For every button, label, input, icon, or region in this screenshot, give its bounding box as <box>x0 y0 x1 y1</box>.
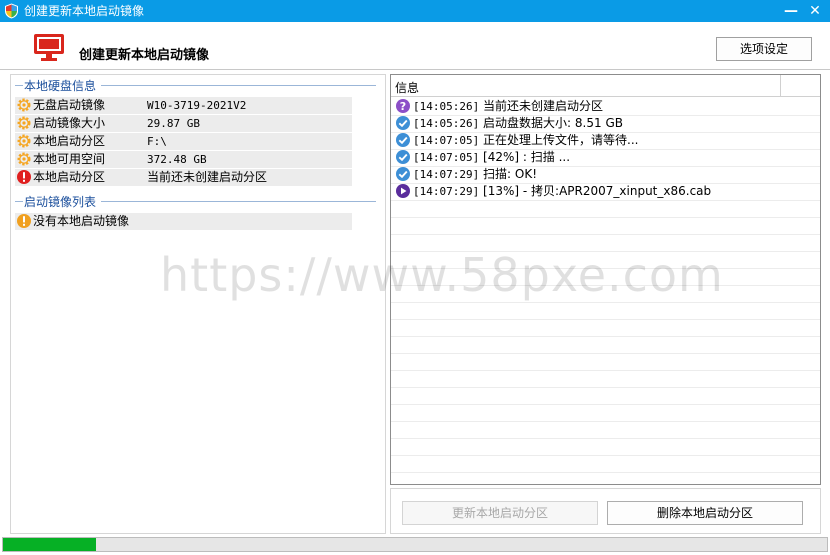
disk-info-label: 本地可用空间 <box>33 152 106 166</box>
error-icon <box>17 170 31 184</box>
disk-info-label: 本地启动分区 <box>33 134 106 148</box>
check-icon <box>396 167 410 181</box>
options-button[interactable]: 选项设定 <box>716 37 812 61</box>
log-row[interactable]: ? [14:05:26] 当前还未创建启动分区 <box>395 98 815 115</box>
group-line <box>15 201 23 202</box>
disk-info-value: W10-3719-2021V2 <box>147 99 247 112</box>
disk-info-group-title: 本地硬盘信息 <box>23 77 98 94</box>
delete-partition-button[interactable]: 删除本地启动分区 <box>607 501 803 525</box>
check-icon <box>396 133 410 147</box>
disk-info-row: 本地可用空间 372.48 GB <box>15 151 352 168</box>
svg-text:?: ? <box>400 100 406 113</box>
log-message: [14:05:26] 启动盘数据大小: 8.51 GB <box>413 116 623 130</box>
window-title: 创建更新本地启动镜像 <box>24 4 145 18</box>
gear-icon <box>17 152 31 166</box>
log-message: [14:07:29] [13%] - 拷贝:APR2007_xinput_x86… <box>413 184 712 198</box>
log-header: 信息 <box>391 75 820 97</box>
gear-icon <box>17 134 31 148</box>
image-list-item[interactable]: 没有本地启动镜像 <box>15 213 352 230</box>
disk-info-row: 本地启动分区 当前还未创建启动分区 <box>15 169 352 186</box>
disk-info-row: 启动镜像大小 29.87 GB <box>15 115 352 132</box>
play-icon <box>396 184 410 198</box>
group-line <box>15 85 23 86</box>
update-partition-button[interactable]: 更新本地启动分区 <box>402 501 598 525</box>
check-icon <box>396 150 410 164</box>
log-message: [14:07:05] 正在处理上传文件，请等待... <box>413 133 639 147</box>
disk-info-value: 29.87 GB <box>147 117 200 130</box>
gear-icon <box>17 116 31 130</box>
gear-icon <box>17 98 31 112</box>
disk-info-panel: 本地硬盘信息 无盘启动镜像 W10-3719-2021V2 启动镜像大小 29.… <box>10 74 386 534</box>
disk-info-value: F:\ <box>147 135 167 148</box>
group-line <box>101 201 376 202</box>
column-divider <box>780 75 781 97</box>
log-message: [14:07:29] 扫描: OK! <box>413 167 538 181</box>
log-message: [14:05:26] 当前还未创建启动分区 <box>413 99 604 113</box>
disk-info-row: 本地启动分区 F:\ <box>15 133 352 150</box>
shield-icon <box>5 3 18 19</box>
log-list[interactable]: 信息 ? [14:05:26] 当前还未创建启动分区 [14:05:26] 启动… <box>390 74 821 485</box>
log-row[interactable]: [14:05:26] 启动盘数据大小: 8.51 GB <box>395 115 815 132</box>
header: 创建更新本地启动镜像 选项设定 <box>0 22 830 70</box>
close-button[interactable]: ✕ <box>803 0 827 22</box>
log-row[interactable]: [14:07:29] [13%] - 拷贝:APR2007_xinput_x86… <box>395 183 815 200</box>
log-column-header[interactable]: 信息 <box>395 79 419 96</box>
disk-info-label: 无盘启动镜像 <box>33 98 106 112</box>
log-row[interactable]: [14:07:05] [42%] : 扫描 ... <box>395 149 815 166</box>
action-panel: 更新本地启动分区 删除本地启动分区 <box>390 488 821 534</box>
warning-icon <box>17 214 31 228</box>
log-row[interactable]: [14:07:05] 正在处理上传文件，请等待... <box>395 132 815 149</box>
log-message: [14:07:05] [42%] : 扫描 ... <box>413 150 571 164</box>
disk-info-label: 本地启动分区 <box>33 170 106 184</box>
disk-info-value: 372.48 GB <box>147 153 207 166</box>
image-list-group-title: 启动镜像列表 <box>23 193 98 210</box>
disk-info-value: 当前还未创建启动分区 <box>147 170 268 184</box>
log-row[interactable]: [14:07:29] 扫描: OK! <box>395 166 815 183</box>
progress-bar <box>2 537 828 552</box>
monitor-icon <box>34 34 64 61</box>
image-list-label: 没有本地启动镜像 <box>33 214 130 228</box>
header-divider <box>0 69 830 71</box>
question-icon: ? <box>396 99 410 113</box>
disk-info-label: 启动镜像大小 <box>33 116 106 130</box>
check-icon <box>396 116 410 130</box>
page-title: 创建更新本地启动镜像 <box>79 48 210 63</box>
minimize-button[interactable]: — <box>779 0 803 22</box>
disk-info-row: 无盘启动镜像 W10-3719-2021V2 <box>15 97 352 114</box>
title-bar: 创建更新本地启动镜像 — ✕ <box>0 0 830 22</box>
group-line <box>101 85 376 86</box>
progress-fill <box>3 538 97 551</box>
